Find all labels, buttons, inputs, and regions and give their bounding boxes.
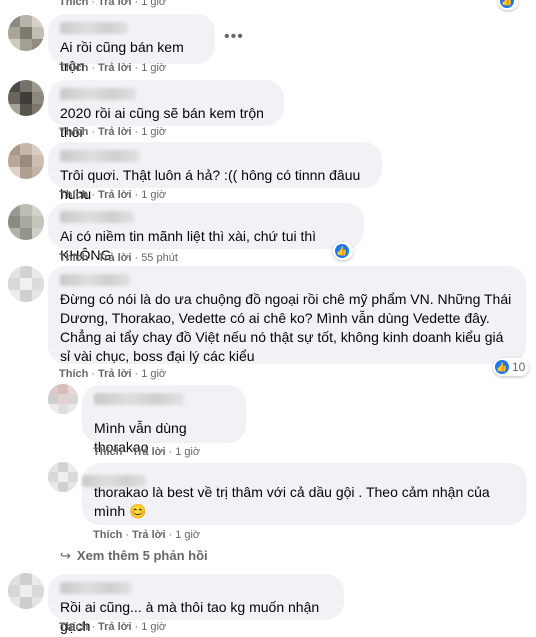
avatar[interactable] xyxy=(8,573,44,609)
commenter-name[interactable] xyxy=(94,393,184,405)
reaction-count[interactable]: 👍 10 xyxy=(493,358,530,376)
reply-link[interactable]: Trả lời xyxy=(98,368,132,380)
reply-arrow-icon: ↪ xyxy=(60,548,71,563)
commenter-name[interactable] xyxy=(60,211,134,223)
like-link[interactable]: Thích xyxy=(59,126,88,138)
comment-actions: Thích · Trả lời · 1 giờ xyxy=(59,189,167,201)
avatar[interactable] xyxy=(48,462,78,492)
comment-text: Đừng có nói là do ưa chuộng đồ ngoại rồi… xyxy=(60,291,516,364)
avatar[interactable] xyxy=(8,143,44,179)
reply-link[interactable]: Trả lời xyxy=(98,621,132,633)
avatar[interactable] xyxy=(8,204,44,240)
like-thumb-icon: 👍 xyxy=(495,360,509,374)
comment-time: 55 phút xyxy=(141,252,178,264)
commenter-name[interactable] xyxy=(82,475,146,487)
like-thumb-icon: 👍 xyxy=(335,244,349,258)
comment-time: 1 giờ xyxy=(141,62,167,74)
comment-bubble: Ai có niềm tin mãnh liệt thì xài, chứ tu… xyxy=(48,203,364,263)
comment-time: 1 giờ xyxy=(141,621,167,633)
reply-bubble: thorakao là best về trị thâm với cả dầu … xyxy=(82,463,527,525)
comment-actions: Thích · Trả lời · 1 giờ xyxy=(59,621,167,633)
comment-time: 1 giờ xyxy=(141,0,167,8)
like-link[interactable]: Thích xyxy=(59,368,88,380)
reply-link[interactable]: Trả lời xyxy=(132,529,166,541)
reaction-count-value: 10 xyxy=(512,360,526,374)
like-link[interactable]: Thích xyxy=(59,252,88,264)
avatar[interactable] xyxy=(48,384,78,414)
comment-time: 1 giờ xyxy=(141,368,167,380)
comment-time: 1 giờ xyxy=(175,446,201,458)
commenter-name[interactable] xyxy=(60,274,130,286)
comment-actions: Thích · Trả lời · 1 giờ xyxy=(59,62,167,74)
comment-time: 1 giờ xyxy=(141,189,167,201)
comment-actions: Thích · Trả lời · 1 giờ xyxy=(59,126,167,138)
comment-bubble: Ai rồi cũng bán kem trộn xyxy=(48,14,215,74)
reaction-count[interactable]: 👍 xyxy=(333,242,353,260)
like-link[interactable]: Thích xyxy=(59,0,88,8)
reply-link[interactable]: Trả lời xyxy=(98,252,132,264)
comment-actions-top: Thích · Trả lời · 1 giờ xyxy=(59,0,166,8)
reply-link[interactable]: Trả lời xyxy=(98,0,132,8)
comment-bubble: Trôi quơi. Thật luôn á hả? :(( hông có t… xyxy=(48,142,382,202)
comment-time: 1 giờ xyxy=(141,126,167,138)
commenter-name[interactable] xyxy=(60,582,132,594)
avatar[interactable] xyxy=(8,15,44,51)
comment-actions: Thích · Trả lời · 1 giờ xyxy=(59,368,167,380)
comment-time: 1 giờ xyxy=(175,529,201,541)
more-options-button[interactable]: ••• xyxy=(224,28,244,46)
reply-link[interactable]: Trả lời xyxy=(132,446,166,458)
comment-bubble: Rồi ai cũng... à mà thôi tao kg muốn nhậ… xyxy=(48,574,344,634)
avatar[interactable] xyxy=(8,80,44,116)
like-link[interactable]: Thích xyxy=(93,529,122,541)
commenter-name[interactable] xyxy=(60,88,136,100)
comment-actions: Thích · Trả lời · 1 giờ xyxy=(93,446,201,458)
comment-actions: Thích · Trả lời · 1 giờ xyxy=(93,529,201,541)
like-link[interactable]: Thích xyxy=(93,446,122,458)
comment-bubble: 2020 rồi ai cũng sẽ bán kem trộn thôi xyxy=(48,80,284,140)
commenter-name[interactable] xyxy=(60,150,140,162)
like-thumb-icon: 👍 xyxy=(500,0,514,8)
like-link[interactable]: Thích xyxy=(59,189,88,201)
comment-text: thorakao là best về trị thâm với cả dầu … xyxy=(94,484,494,519)
view-more-replies-link[interactable]: ↪ Xem thêm 5 phản hồi xyxy=(60,548,208,564)
reply-link[interactable]: Trả lời xyxy=(98,62,132,74)
like-link[interactable]: Thích xyxy=(59,62,88,74)
comment-actions: Thích · Trả lời · 55 phút xyxy=(59,252,178,264)
reply-bubble: Mình vẫn dùng thorakao xyxy=(82,385,246,455)
comment-bubble: Đừng có nói là do ưa chuộng đồ ngoại rồi… xyxy=(48,266,526,364)
reaction-count[interactable]: 👍 xyxy=(498,0,518,10)
like-link[interactable]: Thích xyxy=(59,621,88,633)
reply-link[interactable]: Trả lời xyxy=(98,126,132,138)
commenter-name[interactable] xyxy=(60,22,128,34)
reply-link[interactable]: Trả lời xyxy=(98,189,132,201)
avatar[interactable] xyxy=(8,266,44,302)
